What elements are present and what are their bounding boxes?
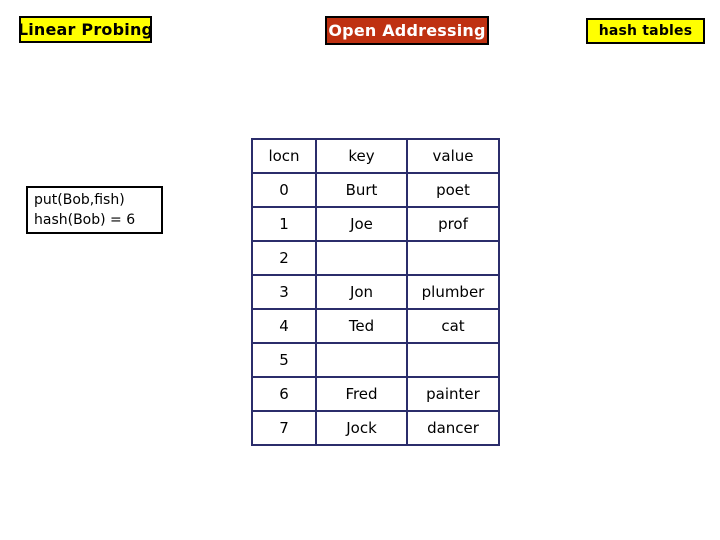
table-row: 0 Burt poet (251, 172, 500, 208)
cell-value (406, 240, 500, 276)
cell-value: cat (406, 308, 500, 344)
label-hash-tables: hash tables (586, 18, 705, 44)
cell-value: plumber (406, 274, 500, 310)
operation-hash-text: hash(Bob) = 6 (34, 212, 136, 228)
cell-value: dancer (406, 410, 500, 446)
cell-value: poet (406, 172, 500, 208)
table-row: 7 Jock dancer (251, 410, 500, 446)
table-row: 3 Jon plumber (251, 274, 500, 310)
cell-locn: 3 (251, 274, 317, 310)
label-linear-probing: Linear Probing (17, 16, 154, 43)
cell-key: Jock (315, 410, 408, 446)
cell-locn: 0 (251, 172, 317, 208)
cell-key: Burt (315, 172, 408, 208)
cell-locn: 5 (251, 342, 317, 378)
cell-value: painter (406, 376, 500, 412)
cell-locn: 2 (251, 240, 317, 276)
cell-locn: 7 (251, 410, 317, 446)
label-linear-probing-text: Linear Probing (17, 20, 154, 39)
hash-table: locn key value 0 Burt poet 1 Joe prof 2 … (251, 138, 500, 446)
cell-value: prof (406, 206, 500, 242)
table-row: 4 Ted cat (251, 308, 500, 344)
cell-key: Ted (315, 308, 408, 344)
table-row-empty: 2 (251, 240, 500, 276)
table-row-empty: 5 (251, 342, 500, 378)
table-row: 6 Fred painter (251, 376, 500, 412)
cell-key: Jon (315, 274, 408, 310)
cell-key (315, 240, 408, 276)
table-header-row: locn key value (251, 138, 500, 174)
table-row: 1 Joe prof (251, 206, 500, 242)
cell-locn: 6 (251, 376, 317, 412)
column-header-key: key (315, 138, 408, 174)
hash-table-body: locn key value 0 Burt poet 1 Joe prof 2 … (251, 138, 500, 446)
label-hash-tables-text: hash tables (598, 23, 693, 39)
cell-key (315, 342, 408, 378)
operation-callout-box: put(Bob,fish) hash(Bob) = 6 (26, 186, 163, 234)
cell-locn: 1 (251, 206, 317, 242)
column-header-locn: locn (251, 138, 317, 174)
label-open-addressing: Open Addressing (325, 16, 489, 45)
column-header-value: value (406, 138, 500, 174)
cell-key: Fred (315, 376, 408, 412)
cell-value (406, 342, 500, 378)
cell-locn: 4 (251, 308, 317, 344)
operation-call-text: put(Bob,fish) (34, 192, 125, 208)
label-open-addressing-text: Open Addressing (328, 21, 486, 40)
cell-key: Joe (315, 206, 408, 242)
